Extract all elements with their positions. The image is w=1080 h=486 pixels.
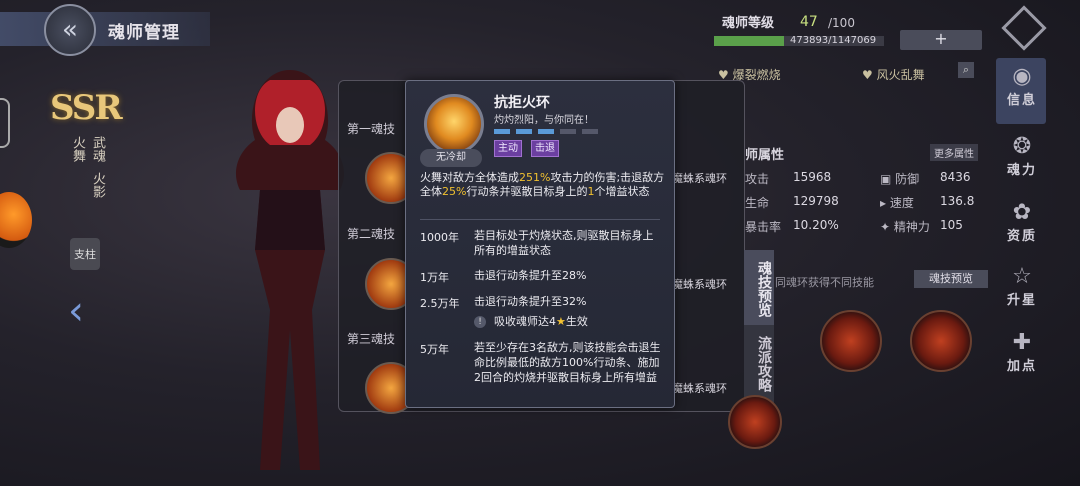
stat-label: 暴击率 [745, 220, 782, 234]
level-bar-segment [560, 129, 576, 134]
tab-skill-preview[interactable]: 魂技预览 [744, 250, 774, 328]
level-bar-segment [538, 129, 554, 134]
star-up-icon: ☆ [1012, 264, 1032, 289]
stat-value: 105 [940, 218, 963, 232]
sidebar-item-soul-power[interactable]: ❂ 魂力 [998, 134, 1046, 178]
sidebar-item-aptitude[interactable]: ✿ 资质 [998, 200, 1046, 244]
soul-ring-orb[interactable] [820, 310, 882, 372]
upgrade-year: 5万年 [420, 343, 449, 356]
search-icon[interactable]: ⌕ [958, 62, 974, 78]
skill-name: 抗拒火环 [494, 95, 550, 111]
skill-tag: 击退 [531, 140, 559, 157]
pet-avatar-icon[interactable] [0, 192, 32, 248]
upgrade-text: 若至少存在3名敌方,则该技能会击退生命比例最低的敌方100%行动条、施加2回合的… [474, 341, 661, 384]
skill1-label: 第一魂技 [347, 122, 396, 136]
character-name: 火舞 [70, 136, 85, 162]
stat-value: 8436 [940, 170, 971, 184]
attributes-title: 师属性 [745, 148, 785, 163]
upgrade-text: 击退行动条提升至32% [474, 295, 587, 308]
trait-2: ♥ 风火乱舞 [862, 68, 925, 82]
skill2-label: 第二魂技 [347, 227, 396, 241]
skill2-ring: 魔蛛系魂环 [672, 278, 727, 291]
level-bar-segment [582, 129, 598, 134]
soul-ring-orb[interactable] [728, 395, 782, 449]
spirit-icon: ✦ [880, 220, 894, 234]
page-title: 魂师管理 [108, 23, 180, 43]
skill-tag: 主动 [494, 140, 522, 157]
upgrade-year: 1000年 [420, 231, 459, 244]
speed-icon: ▸ [880, 196, 890, 210]
more-attributes-button[interactable]: 更多属性 [930, 144, 978, 161]
level-value: 47 [800, 14, 818, 30]
heart-icon: ♥ [862, 68, 877, 82]
martial-soul-name: 火影 [90, 172, 105, 198]
skill-quote: 灼灼烈阳，与你同在！ [494, 115, 594, 126]
divider [420, 219, 660, 220]
stat-value: 136.8 [940, 194, 975, 208]
upgrade-text: 击退行动条提升至28% [474, 269, 587, 282]
menu-diamond-icon[interactable] [1001, 5, 1047, 51]
martial-soul-label: 武魂 [90, 136, 105, 162]
info-icon: ! [474, 316, 486, 328]
add-point-icon: ✚ [1012, 330, 1032, 355]
stat-label: ✦ 精神力 [880, 220, 930, 234]
back-chevron-icon: « [62, 15, 78, 45]
rarity-badge: SSR [50, 88, 123, 128]
level-bar-segment [516, 129, 532, 134]
skill-detail-popup: 无冷却 抗拒火环 灼灼烈阳，与你同在！ 主动 击退 火舞对敌方全体造成251%攻… [405, 80, 675, 408]
soul-power-icon: ❂ [1012, 134, 1032, 159]
soul-ring-orb[interactable] [910, 310, 972, 372]
back-button[interactable]: « [44, 4, 96, 56]
preview-hint: 同魂环获得不同技能 [775, 276, 874, 289]
sidebar-item-star-up[interactable]: ☆ 升星 [998, 264, 1046, 308]
tab-strategy[interactable]: 流派攻略 [744, 325, 774, 403]
skill1-ring: 魔蛛系魂环 [672, 172, 727, 185]
level-bar-segment [494, 129, 510, 134]
heart-icon: ♥ [718, 68, 733, 82]
upgrade-year: 2.5万年 [420, 297, 460, 310]
skill-description: 火舞对敌方全体造成251%攻击力的伤害;击退敌方全体25%行动条并驱散目标身上的… [420, 171, 665, 198]
sidebar-item-add-point[interactable]: ✚ 加点 [998, 330, 1046, 374]
stat-value: 15968 [793, 170, 832, 184]
skill3-label: 第三魂技 [347, 332, 396, 346]
prev-character-icon[interactable]: ‹ [68, 288, 84, 334]
trait-1: ♥ 爆裂燃烧 [718, 68, 781, 82]
upgrade-year: 1万年 [420, 271, 449, 284]
upgrade-text: 若目标处于灼烧状态,则驱散目标身上所有的增益状态 [474, 229, 654, 257]
stat-label: ▣ 防御 [880, 172, 920, 186]
xp-text: 473893/1147069 [790, 35, 877, 46]
skill-preview-button[interactable]: 魂技预览 [914, 270, 988, 288]
stat-label: 生命 [745, 196, 770, 210]
level-label: 魂师等级 [722, 16, 775, 31]
add-xp-button[interactable]: + [900, 30, 982, 50]
upgrade-condition: 吸收魂师达4★生效 [494, 315, 588, 328]
stat-value: 129798 [793, 194, 839, 208]
star-icon: ★ [556, 315, 566, 328]
stat-label: 攻击 [745, 172, 770, 186]
stat-value: 10.20% [793, 218, 839, 232]
aptitude-icon: ✿ [1012, 200, 1032, 225]
role-tag: 支柱 [70, 238, 100, 270]
info-icon: ◉ [1012, 64, 1032, 89]
stat-label: ▸ 速度 [880, 196, 914, 210]
skill3-ring: 魔蛛系魂环 [672, 382, 727, 395]
xp-bar-fill [714, 36, 784, 46]
sidebar-item-info[interactable]: ◉ 信息 [998, 64, 1046, 108]
level-max: /100 [828, 16, 855, 30]
fire-ring-icon [424, 94, 484, 154]
cooldown-badge: 无冷却 [420, 149, 482, 167]
collapse-handle[interactable] [0, 98, 10, 148]
shield-icon: ▣ [880, 172, 896, 186]
